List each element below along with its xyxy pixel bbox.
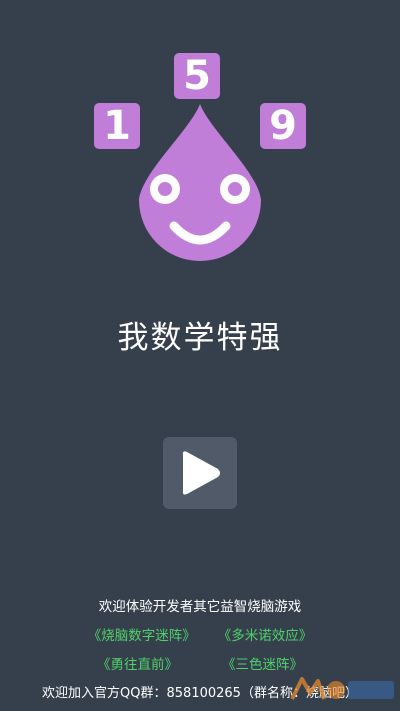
- app-title: 我数学特强: [117, 320, 283, 356]
- play-icon: [182, 451, 220, 495]
- app-logo: 1 5 9: [0, 0, 400, 290]
- game-links-row: 《勇往直前》 《三色迷阵》: [0, 653, 400, 673]
- game-link-yongwang-zhiqian[interactable]: 《勇往直前》: [97, 653, 178, 673]
- game-links-row: 《烧脑数字迷阵》 《多米诺效应》: [0, 624, 400, 644]
- game-link-sanse-mizhen[interactable]: 《三色迷阵》: [222, 653, 303, 673]
- play-button[interactable]: [163, 437, 237, 509]
- promo-text: 欢迎体验开发者其它益智烧脑游戏: [98, 599, 302, 615]
- game-link-shaonao-shuzi-mizhen[interactable]: 《烧脑数字迷阵》: [88, 624, 196, 644]
- number-tile-5: 5: [174, 53, 220, 99]
- game-link-duominuo-xiaoying[interactable]: 《多米诺效应》: [218, 624, 313, 644]
- watermark-logo-icon: [290, 677, 394, 700]
- smiling-drop-icon: [139, 104, 261, 261]
